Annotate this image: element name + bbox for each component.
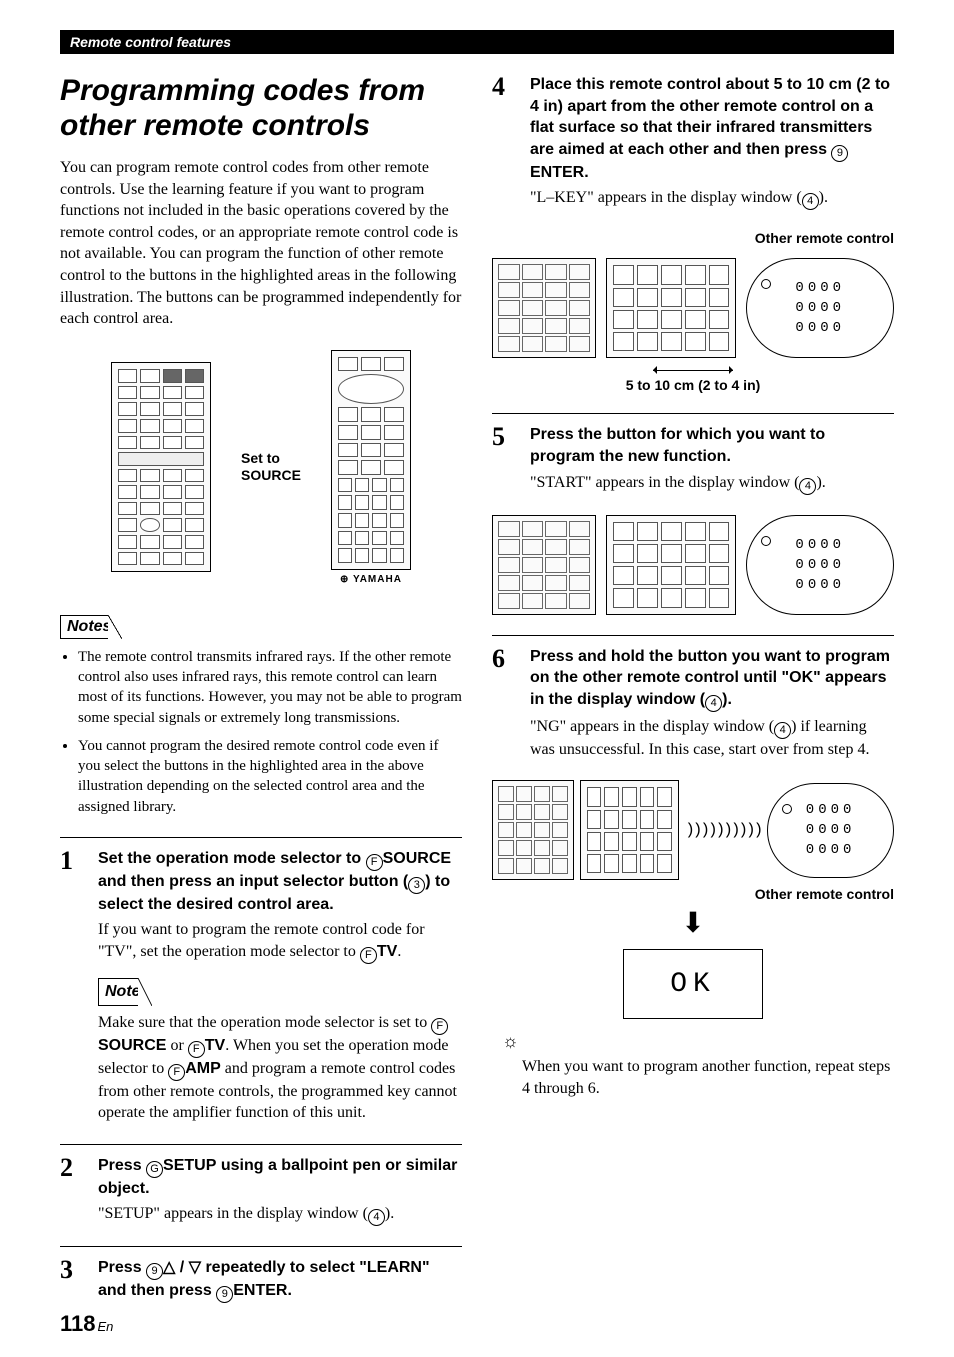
step-6-lead: Press and hold the button you want to pr… — [530, 646, 894, 712]
remote-left-diagram — [111, 362, 211, 572]
other-remote-oval-pressed: 0000 0000 0000 — [767, 783, 894, 878]
tip-text: When you want to program another functio… — [522, 1056, 894, 1099]
figure-label-set-to-source: Set to SOURCE — [241, 450, 301, 484]
this-remote-keypad — [606, 515, 736, 615]
caption-distance: 5 to 10 cm (2 to 4 in) — [492, 377, 894, 393]
step-5: 5 Press the button for which you want to… — [492, 413, 894, 494]
note-heading-sub: Note — [98, 978, 152, 1006]
left-column: Programming codes from other remote cont… — [60, 74, 462, 1327]
tip-icon: ☼ — [502, 1031, 894, 1052]
remote-figure-left: Set to SOURCE — [60, 350, 462, 585]
right-column: 4 Place this remote control about 5 to 1… — [492, 74, 894, 1327]
step-number: 6 — [492, 646, 516, 761]
step-number: 4 — [492, 74, 516, 210]
step-number: 3 — [60, 1257, 84, 1307]
notes-heading: Notes — [60, 615, 122, 639]
breadcrumb: Remote control features — [60, 30, 894, 54]
this-remote-mini — [492, 780, 574, 880]
diagram-step-5: 0000 0000 0000 — [492, 515, 894, 615]
page-title: Programming codes from other remote cont… — [60, 74, 462, 143]
step-6: 6 Press and hold the button you want to … — [492, 635, 894, 761]
step-4-lead: Place this remote control about 5 to 10 … — [530, 74, 894, 183]
step-2: 2 Press GSETUP using a ballpoint pen or … — [60, 1144, 462, 1227]
arrow-down-icon: ⬇ — [492, 906, 894, 939]
note-item: You cannot program the desired remote co… — [78, 736, 462, 817]
step-6-follow: "NG" appears in the display window (4) i… — [530, 716, 894, 761]
page-number: 118En — [60, 1311, 113, 1337]
step-3: 3 Press 9△ / ▽ repeatedly to select "LEA… — [60, 1246, 462, 1307]
step-number: 1 — [60, 848, 84, 1124]
step-1-lead: Set the operation mode selector to FSOUR… — [98, 848, 462, 916]
this-remote-keypad — [580, 780, 680, 880]
step-4-follow: "L–KEY" appears in the display window (4… — [530, 187, 894, 210]
this-remote-keypad — [606, 258, 736, 358]
step-1-follow: If you want to program the remote contro… — [98, 919, 462, 964]
other-remote-oval: 0000 0000 0000 — [746, 258, 894, 358]
intro-paragraph: You can program remote control codes fro… — [60, 157, 462, 330]
step-3-lead: Press 9△ / ▽ repeatedly to select "LEARN… — [98, 1257, 462, 1303]
step-1: 1 Set the operation mode selector to FSO… — [60, 837, 462, 1124]
remote-right-diagram — [331, 350, 411, 570]
other-remote-oval: 0000 0000 0000 — [746, 515, 894, 615]
diagram-step-4: 0000 0000 0000 — [492, 258, 894, 358]
yamaha-logo: ⊕ YAMAHA — [331, 574, 411, 585]
step-1-note: Make sure that the operation mode select… — [98, 1012, 462, 1124]
note-item: The remote control transmits infrared ra… — [78, 647, 462, 728]
this-remote-mini — [492, 515, 596, 615]
step-5-lead: Press the button for which you want to p… — [530, 424, 894, 467]
step-number: 2 — [60, 1155, 84, 1227]
step-2-lead: Press GSETUP using a ballpoint pen or si… — [98, 1155, 462, 1200]
step-2-follow: "SETUP" appears in the display window (4… — [98, 1203, 462, 1226]
diagram-step-6: )))))))))) 0000 0000 0000 — [492, 780, 894, 880]
ok-display: OK — [623, 949, 763, 1019]
this-remote-mini — [492, 258, 596, 358]
step-5-follow: "START" appears in the display window (4… — [530, 472, 894, 495]
distance-arrow-icon — [492, 370, 894, 371]
caption-other-remote-6: Other remote control — [492, 886, 894, 902]
notes-list: The remote control transmits infrared ra… — [60, 647, 462, 817]
step-number: 5 — [492, 424, 516, 494]
caption-other-remote-4: Other remote control — [492, 230, 894, 246]
ir-waves-icon: )))))))))) — [685, 821, 761, 839]
step-4: 4 Place this remote control about 5 to 1… — [492, 74, 894, 210]
